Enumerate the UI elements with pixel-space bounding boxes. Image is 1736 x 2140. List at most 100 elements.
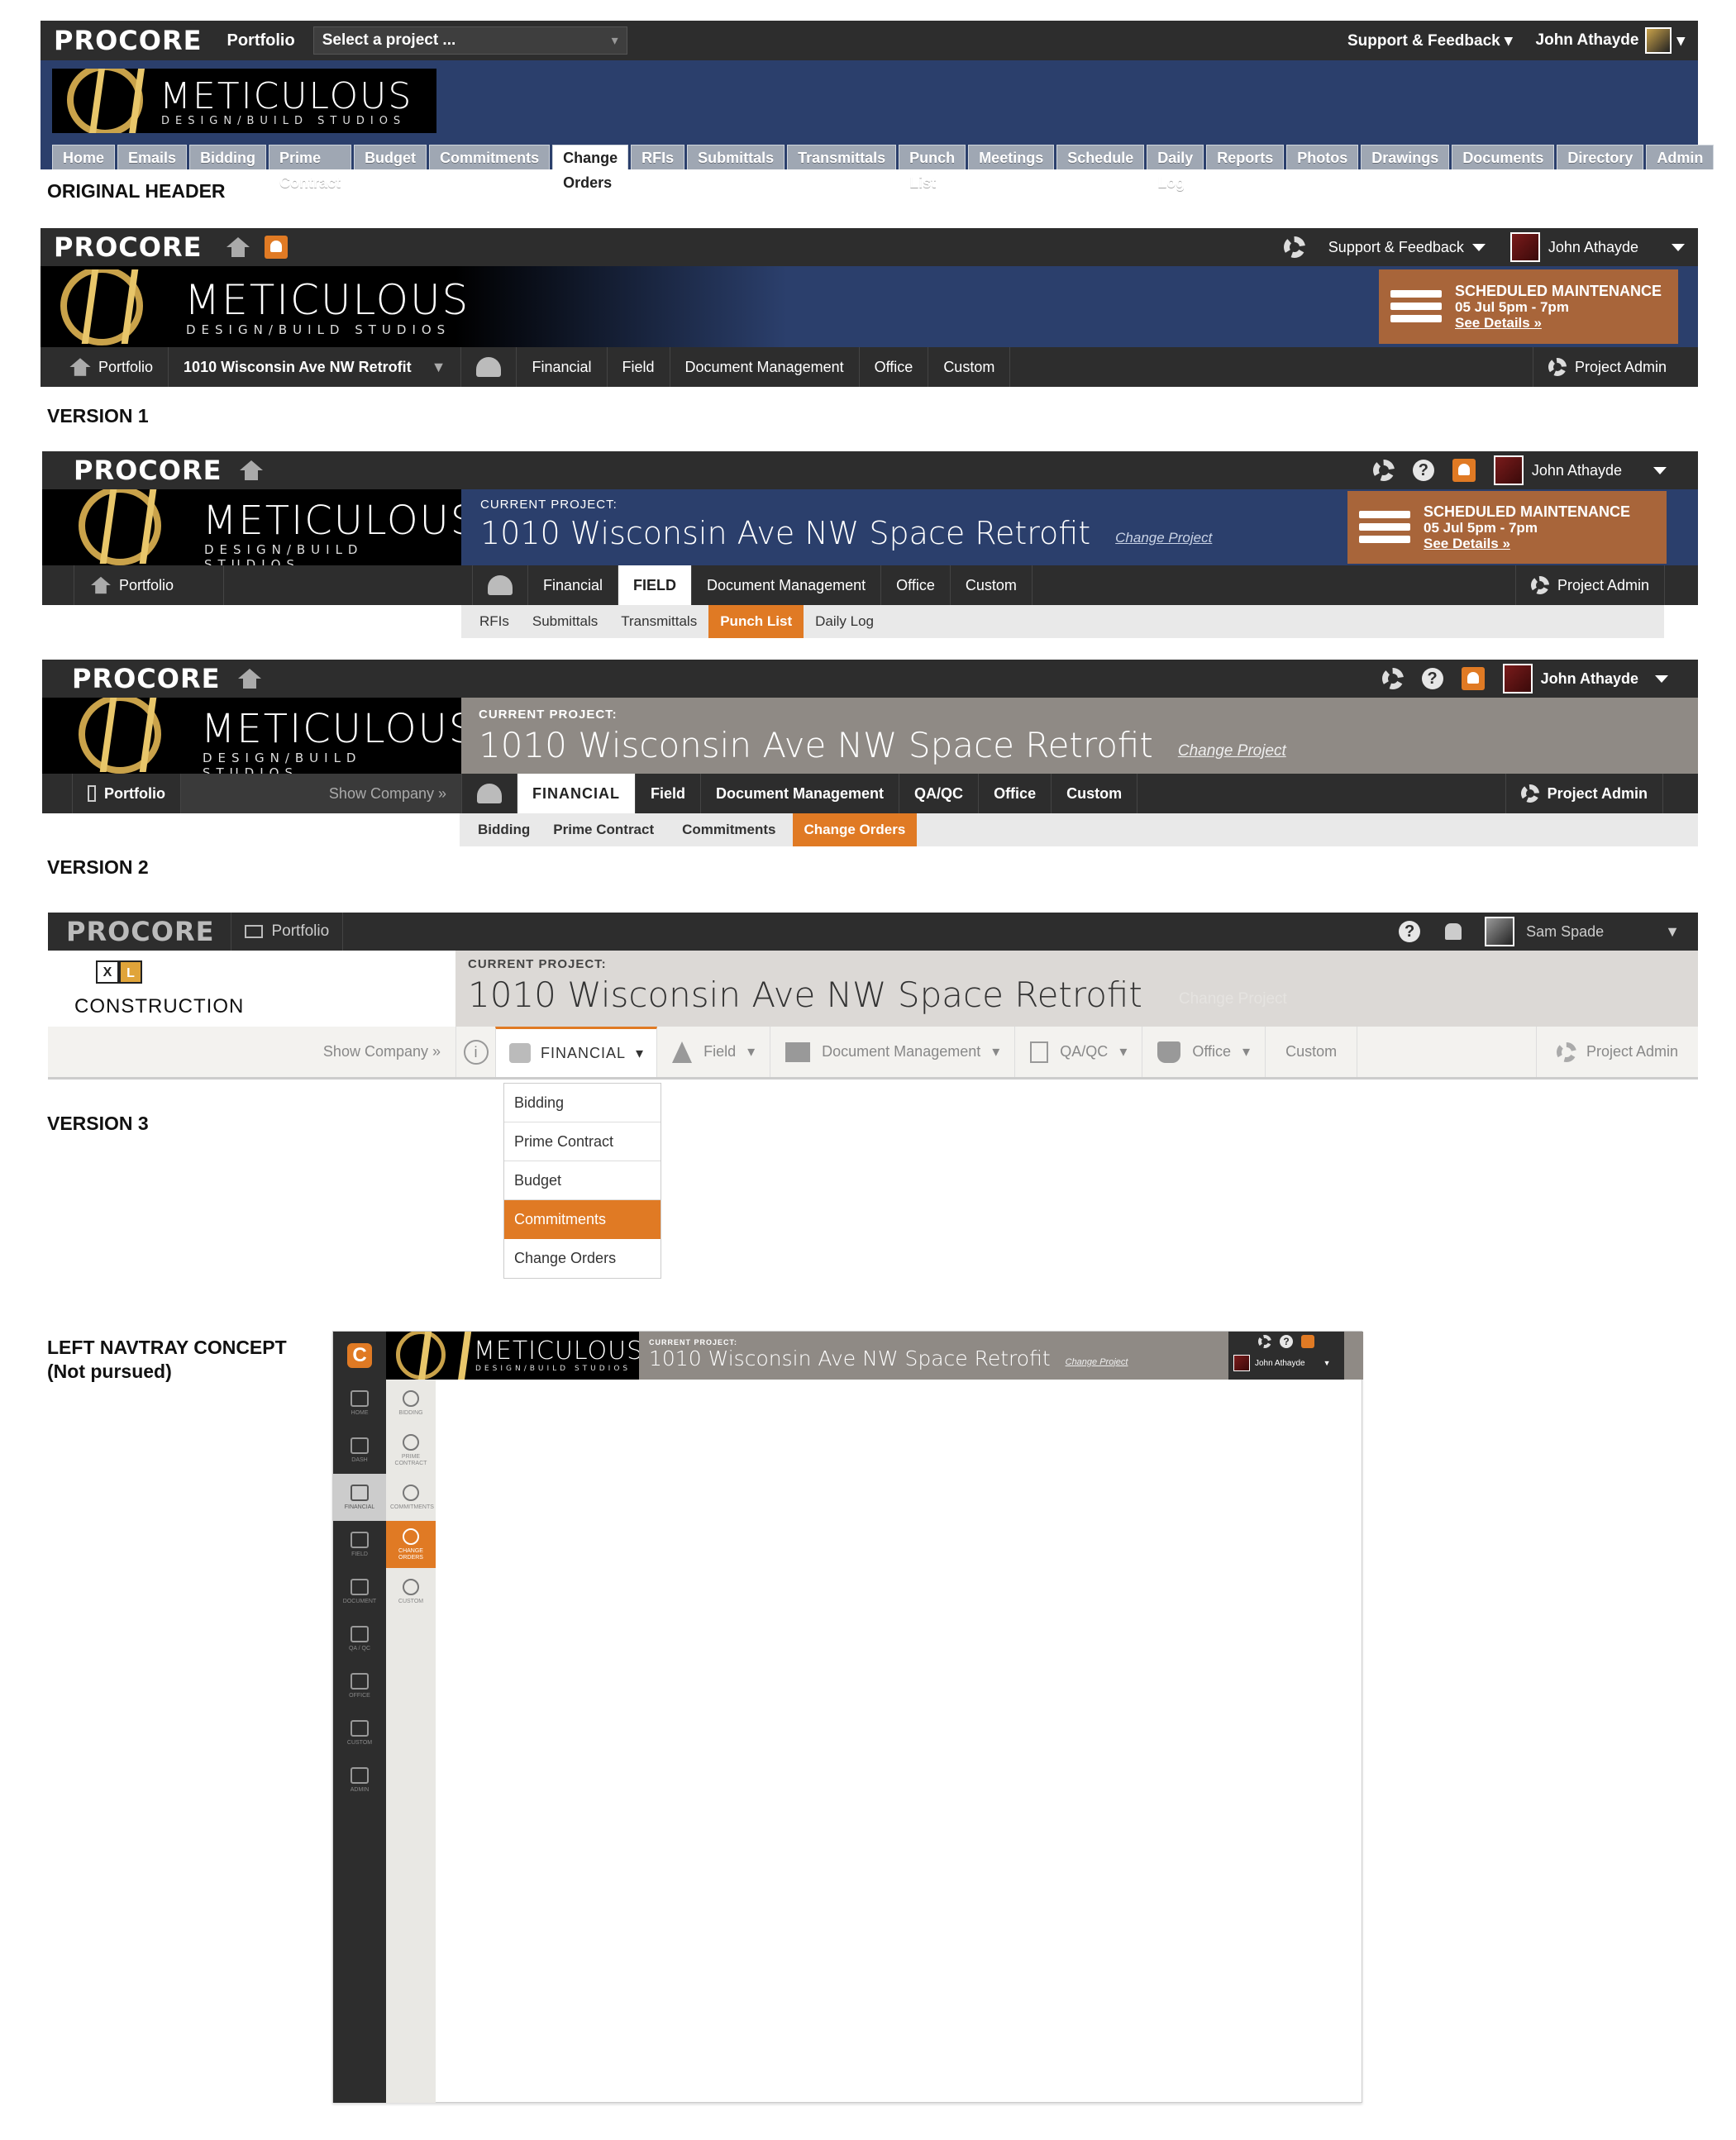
tab-admin[interactable]: Admin [1646, 145, 1715, 169]
change-project-link[interactable]: Change Project [1179, 990, 1287, 1008]
subnav-submittals[interactable]: Submittals [521, 605, 609, 638]
show-company-toggle[interactable]: Show Company » [181, 774, 462, 813]
subtray-item-commitments[interactable]: COMMITMENTS [386, 1474, 436, 1521]
help-icon[interactable]: ? [1412, 460, 1434, 481]
tab-meetings[interactable]: Meetings [968, 145, 1055, 169]
info-icon[interactable]: i [455, 1027, 495, 1077]
nav-financial[interactable]: Financial [528, 565, 619, 605]
subtray-item-change-orders[interactable]: CHANGE ORDERS [386, 1521, 436, 1568]
tab-punch-list[interactable]: Punch List [899, 145, 966, 191]
project-selector[interactable]: 1010 Wisconsin Ave NW Retrofit ▼ [169, 347, 462, 387]
nav-office[interactable]: Office ▾ [1142, 1027, 1266, 1077]
tray-item-home[interactable]: HOME [333, 1380, 386, 1427]
maintenance-notice[interactable]: SCHEDULED MAINTENANCE 05 Jul 5pm - 7pm S… [1379, 269, 1678, 344]
tab-bidding[interactable]: Bidding [189, 145, 267, 169]
procore-c-logo[interactable]: C [333, 1332, 386, 1380]
settings-gear-icon[interactable] [1258, 1335, 1271, 1348]
nav-financial[interactable]: Financial [517, 347, 608, 387]
show-company-toggle[interactable]: Show Company » [48, 1043, 455, 1060]
tab-schedule[interactable]: Schedule [1056, 145, 1145, 169]
portfolio-link[interactable]: Portfolio [245, 922, 329, 941]
tab-reports[interactable]: Reports [1206, 145, 1285, 169]
user-menu[interactable]: John Athayde [1509, 232, 1685, 262]
user-menu[interactable]: John Athayde [1493, 455, 1667, 485]
user-menu[interactable]: John Athayde ▼ [1228, 1355, 1344, 1371]
tray-item-dash[interactable]: DASH [333, 1427, 386, 1474]
project-select[interactable]: Select a project ... ▾ [312, 26, 627, 55]
subnav-rfis[interactable]: RFIs [468, 605, 521, 638]
dashboard-icon[interactable] [462, 774, 517, 813]
nav-financial[interactable]: FINANCIAL [517, 774, 636, 813]
change-project-link[interactable]: Change Project [1115, 530, 1212, 546]
help-icon[interactable]: ? [1421, 668, 1443, 689]
portfolio-link[interactable]: Portfolio [54, 347, 169, 387]
user-menu[interactable]: John Athayde ▾ [1536, 27, 1685, 54]
tab-home[interactable]: Home [52, 145, 116, 169]
help-icon[interactable]: ? [1280, 1335, 1293, 1348]
tray-item-document[interactable]: DOCUMENT [333, 1568, 386, 1615]
change-project-link[interactable]: Change Project [1066, 1357, 1128, 1367]
project-admin-link[interactable]: Project Admin [1505, 774, 1663, 813]
subtray-item-prime-contract[interactable]: PRIME CONTRACT [386, 1427, 436, 1474]
dropdown-item-commitments[interactable]: Commitments [504, 1200, 661, 1239]
nav-field[interactable]: FIELD [618, 565, 693, 605]
project-admin-link[interactable]: Project Admin [1532, 347, 1681, 387]
nav-custom[interactable]: Custom [1052, 774, 1138, 813]
home-icon[interactable] [240, 460, 264, 480]
user-menu[interactable]: John Athayde [1502, 664, 1668, 693]
nav-office[interactable]: Office [860, 347, 929, 387]
tray-item-field[interactable]: FIELD [333, 1521, 386, 1568]
portfolio-link[interactable]: Portfolio [72, 774, 181, 813]
tab-commitments[interactable]: Commitments [429, 145, 551, 169]
nav-qa-qc[interactable]: QA/QC [899, 774, 980, 813]
nav-document-management[interactable]: Document Management ▾ [770, 1027, 1016, 1077]
tab-directory[interactable]: Directory [1557, 145, 1644, 169]
tab-documents[interactable]: Documents [1452, 145, 1555, 169]
tray-item-office[interactable]: OFFICE [333, 1662, 386, 1709]
portfolio-link[interactable]: Portfolio [74, 565, 224, 605]
settings-gear-icon[interactable] [1381, 668, 1404, 689]
nav-custom[interactable]: Custom [1266, 1027, 1358, 1077]
subnav-bidding[interactable]: Bidding [466, 813, 541, 846]
dropdown-item-change-orders[interactable]: Change Orders [504, 1239, 661, 1278]
tab-photos[interactable]: Photos [1286, 145, 1359, 169]
home-icon[interactable] [238, 669, 262, 689]
tab-budget[interactable]: Budget [354, 145, 427, 169]
nav-financial[interactable]: FINANCIAL ▾ [495, 1027, 658, 1077]
nav-office[interactable]: Office [881, 565, 951, 605]
notifications-bell-icon[interactable] [1445, 923, 1462, 940]
subtray-item-custom[interactable]: CUSTOM [386, 1568, 436, 1615]
help-icon[interactable]: ? [1399, 921, 1421, 942]
support-feedback-menu[interactable]: Support & Feedback [1328, 239, 1486, 256]
notifications-bell-icon[interactable] [1301, 1335, 1314, 1348]
procore-logo[interactable]: PROCORE [66, 916, 214, 947]
tab-daily-log[interactable]: Daily Log [1147, 145, 1204, 191]
nav-qa-qc[interactable]: QA/QC ▾ [1015, 1027, 1143, 1077]
nav-field[interactable]: Field ▾ [657, 1027, 771, 1077]
procore-logo[interactable]: PROCORE [74, 455, 222, 486]
subtray-item-bidding[interactable]: BIDDING [386, 1380, 436, 1427]
portfolio-link[interactable]: Portfolio [227, 31, 294, 50]
settings-gear-icon[interactable] [1372, 460, 1395, 481]
dropdown-item-bidding[interactable]: Bidding [504, 1084, 661, 1122]
tab-change-orders[interactable]: Change Orders [552, 145, 629, 191]
procore-logo[interactable]: PROCORE [54, 25, 202, 56]
nav-custom[interactable]: Custom [928, 347, 1011, 387]
project-admin-link[interactable]: Project Admin [1514, 565, 1665, 605]
subnav-change-orders[interactable]: Change Orders [792, 813, 918, 846]
subnav-punch-list[interactable]: Punch List [708, 605, 804, 638]
nav-document-management[interactable]: Document Management [670, 347, 860, 387]
maintenance-details-link[interactable]: See Details » [1455, 315, 1662, 331]
nav-field[interactable]: Field [636, 774, 702, 813]
tab-transmittals[interactable]: Transmittals [787, 145, 897, 169]
tab-emails[interactable]: Emails [117, 145, 188, 169]
project-admin-link[interactable]: Project Admin [1535, 1027, 1698, 1077]
notifications-bell-icon[interactable] [1461, 667, 1485, 690]
nav-document-management[interactable]: Document Management [701, 774, 900, 813]
nav-custom[interactable]: Custom [951, 565, 1033, 605]
maintenance-notice[interactable]: SCHEDULED MAINTENANCE 05 Jul 5pm - 7pm S… [1347, 491, 1667, 564]
tab-rfis[interactable]: RFIs [631, 145, 685, 169]
tray-item-qa-qc[interactable]: QA / QC [333, 1615, 386, 1662]
tray-item-admin[interactable]: ADMIN [333, 1756, 386, 1804]
change-project-link[interactable]: Change Project [1178, 742, 1286, 760]
